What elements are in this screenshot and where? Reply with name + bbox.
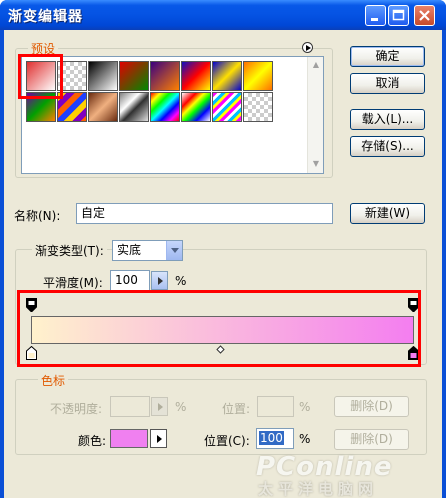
play-arrow-icon <box>158 277 163 285</box>
play-arrow-icon <box>158 403 163 411</box>
gradient-bar-highlight <box>17 290 421 367</box>
minimize-button[interactable] <box>365 5 386 26</box>
smoothness-label: 平滑度(M): <box>43 276 103 290</box>
opacity-slider-button <box>151 397 168 416</box>
smoothness-input[interactable]: 100 <box>110 270 150 291</box>
color-label: 颜色: <box>78 434 107 448</box>
play-arrow-icon <box>157 435 162 443</box>
opacity-percent: % <box>175 400 187 414</box>
preset-swatch[interactable] <box>150 61 180 91</box>
smoothness-percent: % <box>175 274 187 288</box>
gradient-type-value: 实底 <box>117 243 142 257</box>
window-title: 渐变编辑器 <box>8 9 83 25</box>
close-icon <box>419 10 430 21</box>
color-menu-button[interactable] <box>150 429 167 448</box>
minimize-icon <box>371 18 378 21</box>
opacity-location-input <box>257 396 294 417</box>
color-stops-label: 色标 <box>38 372 69 389</box>
preset-swatch[interactable] <box>212 61 242 91</box>
smoothness-slider-button[interactable] <box>151 271 168 290</box>
location-input[interactable]: 100 <box>256 428 294 449</box>
circle-arrow-icon <box>306 45 311 51</box>
preset-swatch[interactable] <box>119 92 149 122</box>
gradient-type-label: 渐变类型(T): <box>32 242 107 259</box>
load-button[interactable]: 载入(L)... <box>350 109 425 130</box>
scroll-up-icon[interactable]: ▲ <box>310 60 322 70</box>
presets-menu-button[interactable] <box>302 42 313 53</box>
preset-swatch[interactable] <box>88 61 118 91</box>
preset-swatch[interactable] <box>181 61 211 91</box>
location-label: 位置(C): <box>204 434 250 448</box>
delete-opacity-stop-button: 删除(D) <box>334 396 409 417</box>
preset-swatch[interactable] <box>150 92 180 122</box>
ok-button[interactable]: 确定 <box>350 46 425 67</box>
name-input[interactable]: 自定 <box>76 203 333 224</box>
close-button[interactable] <box>414 5 435 26</box>
location-value: 100 <box>259 431 284 445</box>
scroll-down-icon[interactable]: ▼ <box>310 159 322 169</box>
opacity-location-percent: % <box>299 400 311 414</box>
selected-preset-highlight <box>18 54 63 99</box>
cancel-button[interactable]: 取消 <box>350 73 425 94</box>
preset-swatch[interactable] <box>119 61 149 91</box>
name-label: 名称(N): <box>14 209 61 223</box>
maximize-button[interactable] <box>388 5 409 26</box>
presets-list[interactable]: ▲ ▼ <box>21 56 324 174</box>
preset-swatch[interactable] <box>88 92 118 122</box>
new-button[interactable]: 新建(W) <box>350 203 425 224</box>
delete-color-stop-button: 删除(D) <box>334 429 409 450</box>
watermark-sub: 太平洋电脑网 <box>258 480 379 498</box>
chevron-down-icon[interactable] <box>166 241 182 260</box>
save-button[interactable]: 存储(S)... <box>350 136 425 157</box>
stop-color-swatch[interactable] <box>110 429 148 448</box>
preset-swatch[interactable] <box>243 92 273 122</box>
preset-swatch[interactable] <box>181 92 211 122</box>
opacity-label: 不透明度: <box>50 402 103 416</box>
maximize-icon <box>392 9 405 21</box>
opacity-input <box>110 396 150 417</box>
opacity-location-label: 位置: <box>222 402 251 416</box>
preset-swatch[interactable] <box>243 61 273 91</box>
presets-scrollbar[interactable]: ▲ ▼ <box>307 57 323 173</box>
preset-swatch[interactable] <box>212 92 242 122</box>
gradient-type-select[interactable]: 实底 <box>112 240 183 261</box>
location-percent: % <box>299 432 311 446</box>
title-bar[interactable]: 渐变编辑器 <box>0 0 446 30</box>
